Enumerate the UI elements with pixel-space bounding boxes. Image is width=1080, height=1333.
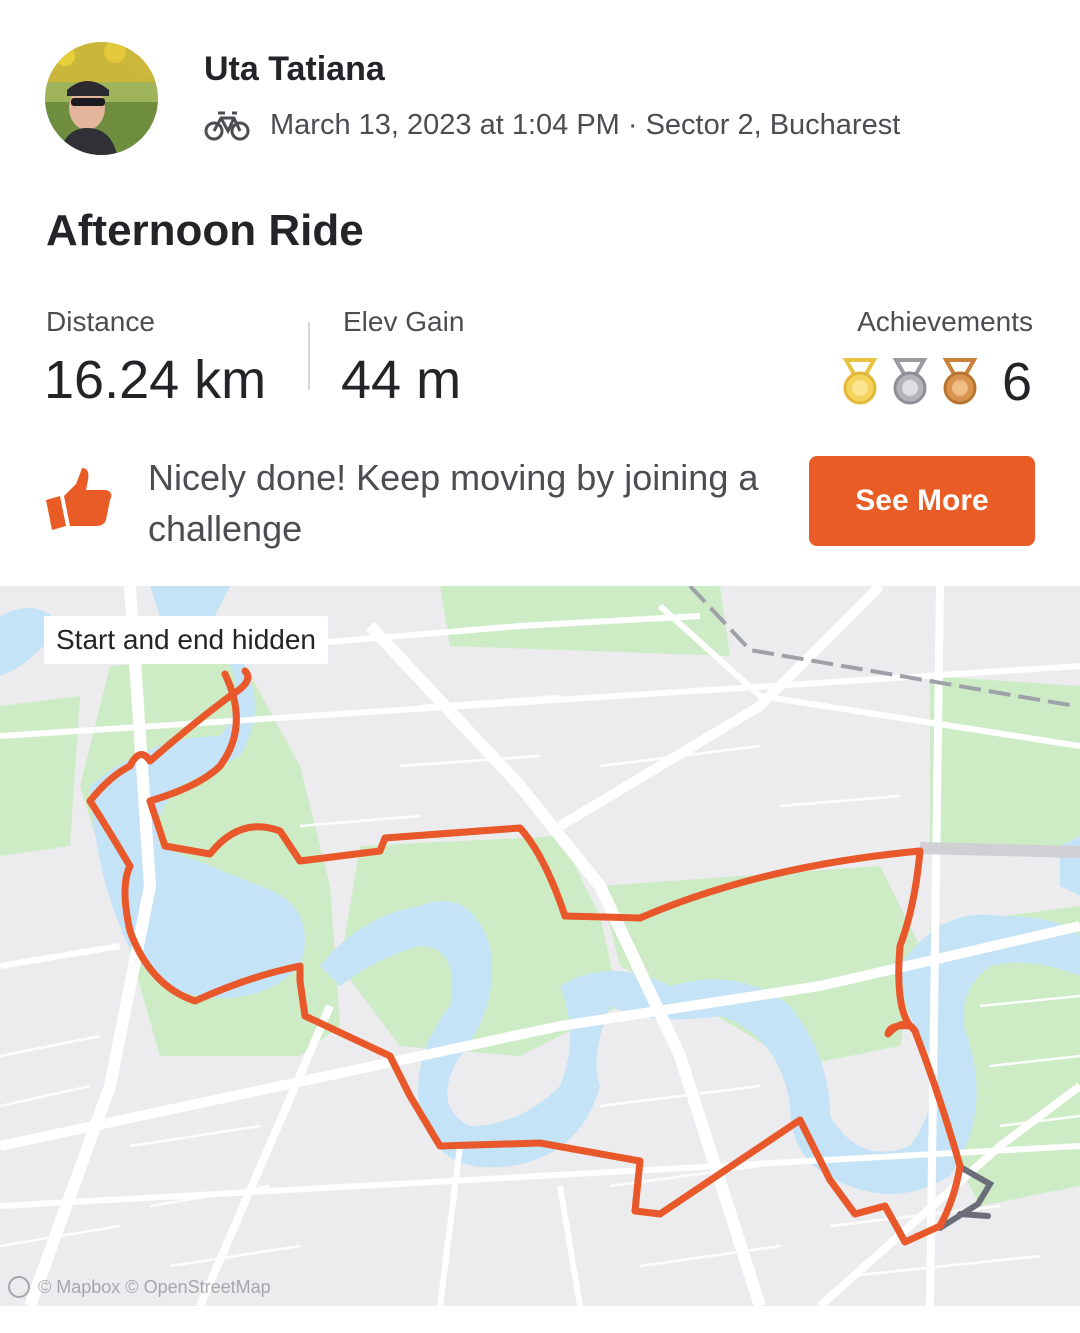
achievements[interactable]: 6 <box>838 352 1032 412</box>
map-canvas <box>0 586 1080 1306</box>
activity-title[interactable]: Afternoon Ride <box>46 206 364 256</box>
achievements-count: 6 <box>1001 352 1032 412</box>
activity-datetime-location: March 13, 2023 at 1:04 PM · Sector 2, Bu… <box>270 108 901 141</box>
gold-medal-icon <box>842 358 878 405</box>
distance-value: 16.24 km <box>44 350 267 410</box>
avatar[interactable] <box>45 42 158 155</box>
elev-gain-label: Elev Gain <box>343 306 465 337</box>
route-map[interactable] <box>0 586 1080 1306</box>
attribution-text: © Mapbox © OpenStreetMap <box>38 1276 271 1297</box>
activity-meta: March 13, 2023 at 1:04 PM · Sector 2, Bu… <box>204 108 900 142</box>
mapbox-logo-icon <box>8 1276 30 1298</box>
bike-icon <box>204 111 250 141</box>
map-attribution[interactable]: © Mapbox © OpenStreetMap <box>8 1276 271 1298</box>
stat-divider <box>308 322 310 390</box>
silver-medal-icon <box>892 358 928 405</box>
challenge-prompt-text: Nicely done! Keep moving by joining a ch… <box>148 457 759 549</box>
elev-gain-value: 44 m <box>341 350 462 410</box>
thumbs-up-icon <box>46 468 112 530</box>
distance-label: Distance <box>46 306 155 337</box>
achievements-label: Achievements <box>857 306 1033 337</box>
athlete-name[interactable]: Uta Tatiana <box>204 50 385 89</box>
see-more-button[interactable]: See More <box>809 456 1035 546</box>
start-end-hidden-label: Start and end hidden <box>44 616 328 664</box>
bronze-medal-icon <box>942 358 978 405</box>
